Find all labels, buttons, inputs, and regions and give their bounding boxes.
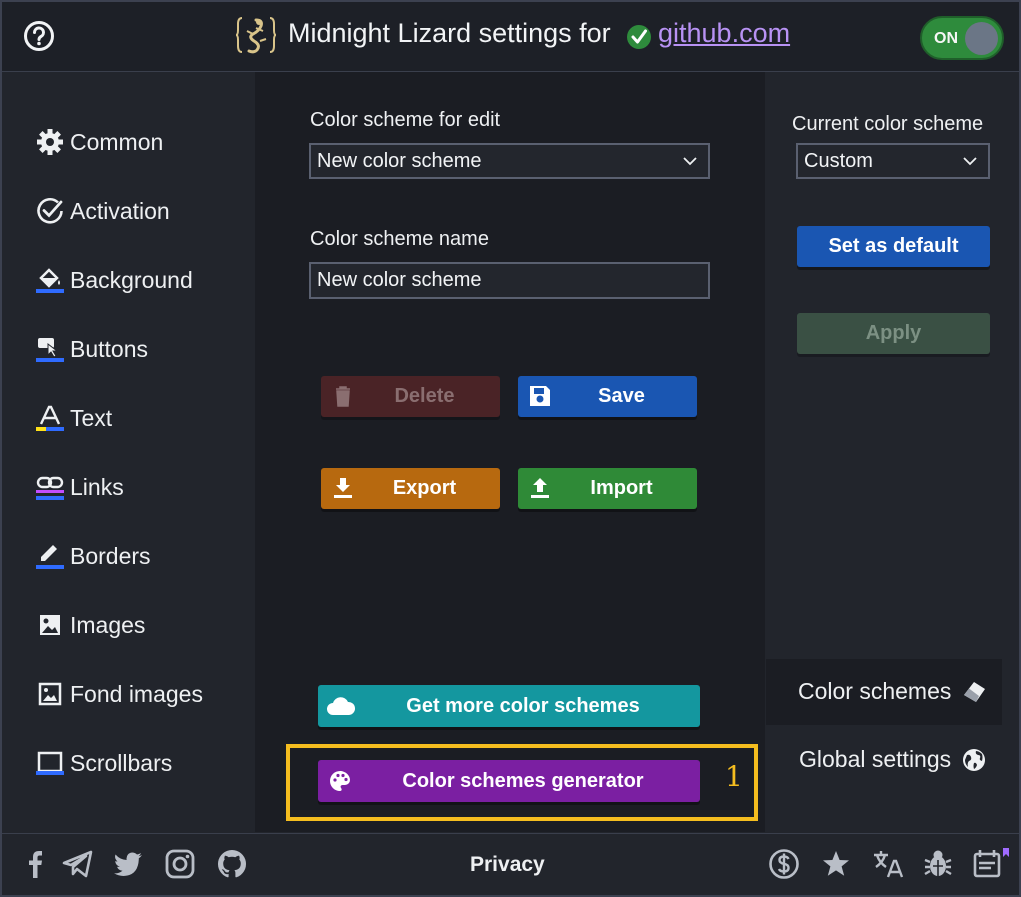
facebook-icon[interactable] bbox=[20, 848, 52, 880]
select-value: New color scheme bbox=[317, 149, 482, 172]
sidebar-item-label: Images bbox=[70, 611, 146, 638]
globe-icon bbox=[961, 747, 987, 773]
eraser-icon bbox=[961, 677, 989, 705]
save-button[interactable]: Save bbox=[518, 376, 697, 417]
tab-color-schemes[interactable]: Color schemes bbox=[798, 677, 989, 705]
verified-check-icon bbox=[625, 23, 653, 51]
header: Midnight Lizard settings for github.com … bbox=[2, 2, 1019, 72]
pointer-hand-icon bbox=[36, 335, 64, 363]
input-value: New color scheme bbox=[317, 269, 482, 291]
window-icon bbox=[36, 749, 64, 777]
sidebar-item-label: Scrollbars bbox=[70, 749, 173, 776]
bug-icon[interactable] bbox=[922, 848, 954, 880]
annotation-marker: 1 bbox=[725, 760, 743, 793]
scheme-name-input[interactable]: New color scheme bbox=[309, 262, 710, 299]
floppy-disk-icon bbox=[528, 384, 552, 408]
lizard-logo bbox=[236, 14, 276, 56]
sidebar-item-label: Text bbox=[70, 404, 113, 431]
sidebar-item-label: Links bbox=[70, 473, 124, 500]
import-button[interactable]: Import bbox=[518, 468, 697, 509]
link-icon bbox=[36, 473, 64, 501]
sidebar-item-fond-images[interactable]: Fond images bbox=[36, 676, 203, 712]
pencil-icon bbox=[36, 542, 64, 570]
translate-icon[interactable] bbox=[872, 848, 904, 880]
sidebar-item-activation[interactable]: Activation bbox=[36, 193, 170, 229]
export-label: Export bbox=[392, 477, 457, 499]
toggle-label: ON bbox=[934, 30, 958, 47]
sidebar-item-text[interactable]: Text bbox=[36, 400, 112, 436]
main-panel: Color scheme for edit New color scheme C… bbox=[255, 72, 765, 832]
scheme-name-label: Color scheme name bbox=[310, 228, 489, 250]
check-circle-icon bbox=[36, 197, 64, 225]
chevron-down-icon bbox=[682, 153, 698, 169]
sidebar-item-buttons[interactable]: Buttons bbox=[36, 331, 148, 367]
tab-global-settings[interactable]: Global settings bbox=[799, 746, 987, 773]
text-a-icon bbox=[36, 404, 64, 432]
upload-icon bbox=[528, 476, 552, 500]
telegram-icon[interactable] bbox=[62, 848, 94, 880]
chevron-down-icon bbox=[962, 153, 978, 169]
export-button[interactable]: Export bbox=[321, 468, 500, 509]
sidebar: Common Activation Background Buttons Tex… bbox=[2, 72, 254, 832]
sidebar-item-label: Activation bbox=[70, 197, 170, 224]
scheme-for-edit-label: Color scheme for edit bbox=[310, 109, 501, 131]
tab-label: Color schemes bbox=[798, 677, 952, 704]
apply-label: Apply bbox=[865, 322, 922, 344]
github-icon[interactable] bbox=[216, 848, 248, 880]
scheme-for-edit-select[interactable]: New color scheme bbox=[309, 143, 710, 179]
tab-label: Global settings bbox=[799, 746, 952, 772]
select-value: Custom bbox=[804, 149, 873, 172]
sidebar-item-label: Fond images bbox=[70, 680, 203, 707]
wallpaper-icon bbox=[36, 680, 64, 708]
sidebar-item-label: Common bbox=[70, 128, 164, 155]
donate-dollar-icon[interactable] bbox=[768, 848, 800, 880]
enable-toggle[interactable]: ON bbox=[920, 16, 1004, 60]
privacy-link[interactable]: Privacy bbox=[470, 853, 545, 877]
set-as-default-button[interactable]: Set as default bbox=[797, 226, 990, 267]
twitter-icon[interactable] bbox=[112, 848, 144, 880]
paint-bucket-icon bbox=[36, 266, 64, 294]
sidebar-item-links[interactable]: Links bbox=[36, 469, 124, 505]
sidebar-item-label: Borders bbox=[70, 542, 151, 569]
star-icon[interactable] bbox=[820, 848, 852, 880]
apply-button[interactable]: Apply bbox=[797, 313, 990, 354]
instagram-icon[interactable] bbox=[164, 848, 196, 880]
sidebar-item-background[interactable]: Background bbox=[36, 262, 193, 298]
save-label: Save bbox=[598, 385, 645, 407]
get-more-schemes-button[interactable]: Get more color schemes bbox=[318, 685, 700, 727]
sidebar-item-label: Buttons bbox=[70, 335, 148, 362]
sidebar-item-images[interactable]: Images bbox=[36, 607, 145, 643]
download-icon bbox=[331, 476, 355, 500]
help-icon[interactable] bbox=[23, 20, 55, 52]
footer: Privacy bbox=[2, 833, 1019, 895]
sidebar-item-common[interactable]: Common bbox=[36, 124, 163, 160]
sidebar-item-label: Background bbox=[70, 266, 193, 293]
cloud-icon bbox=[326, 694, 356, 718]
delete-label: Delete bbox=[394, 385, 455, 407]
highlight-box bbox=[286, 744, 758, 821]
get-more-label: Get more color schemes bbox=[406, 694, 640, 717]
sidebar-item-borders[interactable]: Borders bbox=[36, 538, 151, 574]
current-scheme-select[interactable]: Custom bbox=[796, 143, 990, 179]
set-default-label: Set as default bbox=[828, 235, 959, 257]
site-link[interactable]: github.com bbox=[658, 18, 790, 49]
trash-icon bbox=[331, 384, 355, 408]
delete-button[interactable]: Delete bbox=[321, 376, 500, 417]
changelog-icon[interactable] bbox=[972, 848, 1014, 880]
image-icon bbox=[36, 611, 64, 639]
page-title: Midnight Lizard settings for bbox=[288, 18, 611, 48]
import-label: Import bbox=[590, 477, 653, 499]
toggle-knob bbox=[965, 22, 998, 55]
current-scheme-label: Current color scheme bbox=[792, 113, 984, 135]
sidebar-item-scrollbars[interactable]: Scrollbars bbox=[36, 745, 172, 781]
gear-icon bbox=[36, 128, 64, 156]
